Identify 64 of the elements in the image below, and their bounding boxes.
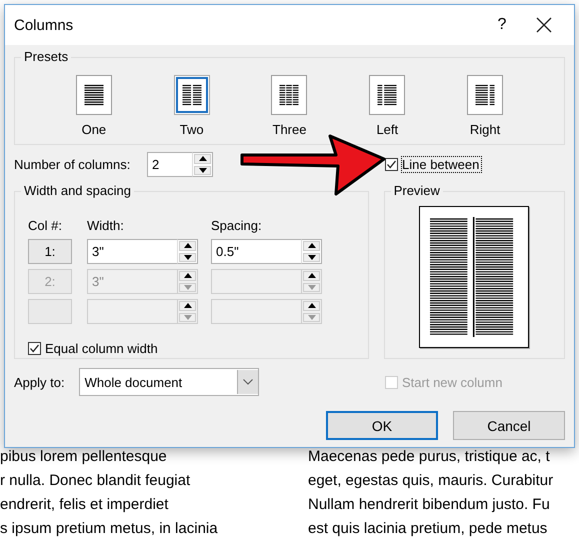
apply-to-dropdown[interactable]: Whole document [78, 368, 259, 396]
checkbox-label[interactable]: Equal column width [45, 341, 158, 356]
document-text-line: est quis lacinia pretium, pede metus [308, 519, 548, 539]
up-arrow-icon [308, 243, 316, 248]
down-arrow-icon [184, 284, 192, 290]
group-title: Preview [390, 183, 443, 198]
dialog-button[interactable]: OK [326, 411, 438, 440]
down-arrow-icon [184, 254, 192, 260]
up-arrow-icon [198, 156, 206, 162]
checkbox[interactable] [28, 342, 41, 355]
field-label: Number of columns: [14, 157, 132, 172]
column-header: Width: [87, 218, 125, 233]
preset-label[interactable]: One [82, 122, 106, 137]
down-arrow-icon [184, 314, 192, 320]
spin-up-button[interactable] [179, 301, 196, 310]
preset-label[interactable]: Right [470, 122, 500, 137]
help-button[interactable]: ? [472, 16, 532, 34]
column-layout-icon[interactable] [76, 75, 112, 115]
column-layout-icon[interactable] [467, 75, 504, 115]
spin-up-button[interactable] [179, 241, 196, 250]
spin-up-button[interactable] [194, 154, 211, 164]
up-arrow-icon [184, 273, 192, 278]
up-arrow-icon [184, 243, 192, 248]
spin-up-button[interactable] [179, 271, 196, 280]
down-arrow-icon [308, 284, 316, 290]
document-text-line: Nullam hendrerit bibendum justo. Fu [308, 495, 551, 515]
spin-down-button[interactable] [303, 252, 320, 262]
column-layout-icon[interactable] [174, 75, 210, 115]
column-layout-icon[interactable] [271, 75, 308, 115]
up-arrow-icon [308, 303, 316, 308]
group-title: Presets [21, 49, 72, 64]
spin-down-button[interactable] [194, 166, 211, 175]
spacing-field[interactable]: 0.5" [211, 239, 301, 264]
field-label: Apply to: [14, 374, 65, 390]
column-number-button[interactable]: 1: [28, 239, 72, 264]
window-title: Columns [14, 16, 74, 34]
spin-up-button[interactable] [303, 241, 320, 250]
preset-label[interactable]: Left [376, 122, 398, 137]
column-header: Spacing: [211, 218, 262, 233]
document-text-line: eget, egestas quis, mauris. Curabitur [308, 471, 554, 491]
chevron-down-icon [242, 379, 253, 385]
document-text-line: pibus lorem pellentesque [0, 447, 168, 467]
document-text-line: s ipsum pretium metus, in lacinia [0, 519, 219, 539]
document-text-line: r nulla. Donec blandit feugiat [0, 471, 192, 491]
document-text-line: endrerit, felis et imperdiet [0, 495, 170, 515]
preset-label[interactable]: Three [272, 122, 306, 137]
spin-up-button[interactable] [303, 271, 320, 280]
group-title: Width and spacing [21, 183, 134, 198]
spin-up-button[interactable] [303, 301, 320, 310]
checkbox-label[interactable]: Line between [401, 156, 482, 173]
spin-down-button[interactable] [179, 252, 196, 262]
column-header: Col #: [28, 218, 63, 233]
number-of-columns-field[interactable]: 2 [147, 152, 192, 177]
preset-label[interactable]: Two [180, 122, 204, 137]
document-text-line: Maecenas pede purus, tristique ac, t [308, 447, 551, 467]
up-arrow-icon [308, 273, 316, 278]
dialog-button[interactable]: Cancel [453, 411, 565, 440]
width-field[interactable]: 3" [87, 239, 177, 264]
down-arrow-icon [308, 254, 316, 260]
down-arrow-icon [308, 314, 316, 320]
column-layout-icon[interactable] [369, 75, 406, 115]
down-arrow-icon [198, 168, 206, 173]
checkbox[interactable] [385, 158, 398, 171]
up-arrow-icon [184, 303, 192, 308]
